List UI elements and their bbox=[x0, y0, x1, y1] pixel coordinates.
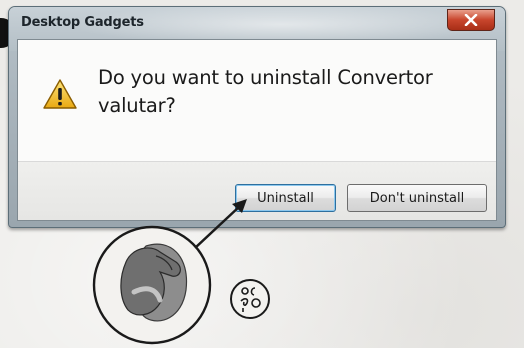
instruction-illustration bbox=[92, 199, 270, 345]
hand-mouse-click-icon bbox=[92, 225, 212, 345]
click-symbol-icon bbox=[230, 279, 270, 319]
